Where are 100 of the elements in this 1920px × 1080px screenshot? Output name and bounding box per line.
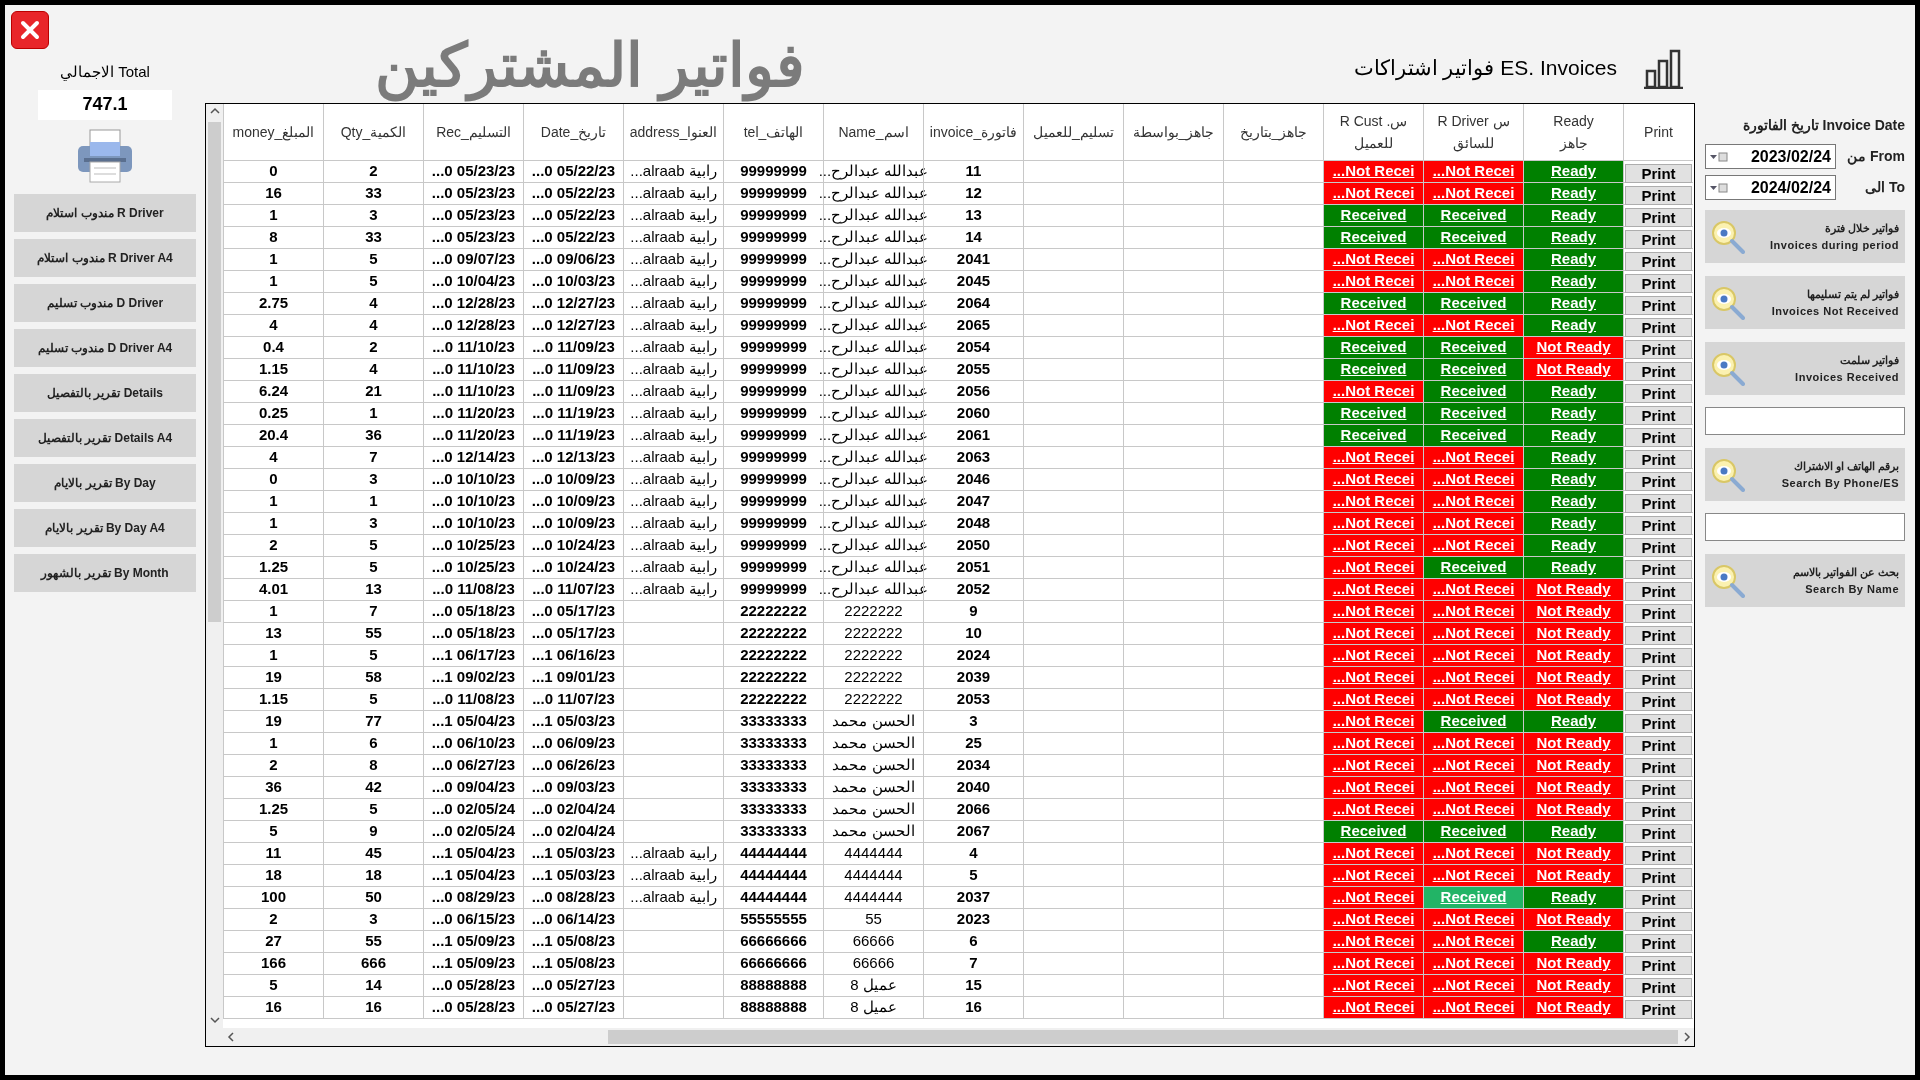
status-link[interactable]: ...Not Recei <box>1323 733 1423 754</box>
status-link[interactable]: ...Not Recei <box>1423 931 1523 952</box>
status-link[interactable]: Received <box>1323 293 1423 314</box>
status-link[interactable]: ...Not Recei <box>1423 513 1523 534</box>
status-link[interactable]: ...Not Recei <box>1423 491 1523 512</box>
close-button[interactable] <box>11 11 49 49</box>
status-link[interactable]: ...Not Recei <box>1423 315 1523 336</box>
print-button[interactable]: Print <box>1625 340 1692 359</box>
search-field[interactable] <box>1705 407 1905 435</box>
status-link[interactable]: ...Not Recei <box>1323 491 1423 512</box>
status-link[interactable]: Not Ready <box>1523 975 1623 996</box>
status-link[interactable]: ...Not Recei <box>1323 997 1423 1018</box>
status-link[interactable]: ...Not Recei <box>1323 887 1423 908</box>
status-link[interactable]: ...Not Recei <box>1423 535 1523 556</box>
status-link[interactable]: Ready <box>1523 183 1623 204</box>
print-button[interactable]: Print <box>1625 626 1692 645</box>
print-button[interactable]: Print <box>1625 538 1692 557</box>
print-button[interactable]: Print <box>1625 846 1692 865</box>
status-link[interactable]: ...Not Recei <box>1323 601 1423 622</box>
status-link[interactable]: Not Ready <box>1523 601 1623 622</box>
status-link[interactable]: ...Not Recei <box>1423 953 1523 974</box>
status-link[interactable]: Ready <box>1523 161 1623 182</box>
status-link[interactable]: Received <box>1323 425 1423 446</box>
status-link[interactable]: ...Not Recei <box>1423 447 1523 468</box>
status-link[interactable]: Not Ready <box>1523 909 1623 930</box>
status-link[interactable]: ...Not Recei <box>1423 909 1523 930</box>
status-link[interactable]: Received <box>1423 205 1523 226</box>
status-link[interactable]: ...Not Recei <box>1423 645 1523 666</box>
horizontal-scrollbar[interactable] <box>206 1028 1694 1046</box>
print-button[interactable]: Print <box>1625 186 1692 205</box>
status-link[interactable]: Received <box>1323 821 1423 842</box>
status-link[interactable]: Not Ready <box>1523 755 1623 776</box>
status-link[interactable]: ...Not Recei <box>1423 799 1523 820</box>
scroll-thumb[interactable] <box>608 1030 1678 1044</box>
status-link[interactable]: Ready <box>1523 535 1623 556</box>
status-link[interactable]: Not Ready <box>1523 843 1623 864</box>
status-link[interactable]: Ready <box>1523 315 1623 336</box>
status-link[interactable]: Not Ready <box>1523 799 1623 820</box>
status-link[interactable]: Not Ready <box>1523 623 1623 644</box>
status-link[interactable]: Not Ready <box>1523 689 1623 710</box>
print-button[interactable]: Print <box>1625 692 1692 711</box>
print-button[interactable]: Print <box>1625 318 1692 337</box>
status-link[interactable]: ...Not Recei <box>1423 579 1523 600</box>
status-link[interactable]: ...Not Recei <box>1323 469 1423 490</box>
status-link[interactable]: Received <box>1423 887 1523 908</box>
print-button[interactable]: Print <box>1625 560 1692 579</box>
status-link[interactable]: Ready <box>1523 491 1623 512</box>
status-link[interactable]: ...Not Recei <box>1323 579 1423 600</box>
status-link[interactable]: ...Not Recei <box>1323 315 1423 336</box>
status-link[interactable]: Ready <box>1523 205 1623 226</box>
print-button[interactable]: Print <box>1625 670 1692 689</box>
status-link[interactable]: Not Ready <box>1523 997 1623 1018</box>
status-link[interactable]: Ready <box>1523 381 1623 402</box>
search-field[interactable] <box>1705 513 1905 541</box>
status-link[interactable]: Ready <box>1523 887 1623 908</box>
status-link[interactable]: ...Not Recei <box>1323 975 1423 996</box>
status-link[interactable]: Received <box>1323 359 1423 380</box>
print-button[interactable]: Print <box>1625 494 1692 513</box>
status-link[interactable]: Not Ready <box>1523 777 1623 798</box>
status-link[interactable]: Received <box>1423 227 1523 248</box>
status-link[interactable]: Received <box>1423 711 1523 732</box>
status-link[interactable]: ...Not Recei <box>1323 513 1423 534</box>
status-link[interactable]: ...Not Recei <box>1323 843 1423 864</box>
status-link[interactable]: ...Not Recei <box>1323 865 1423 886</box>
print-button[interactable]: Print <box>1625 296 1692 315</box>
status-link[interactable]: Received <box>1323 227 1423 248</box>
status-link[interactable]: ...Not Recei <box>1323 623 1423 644</box>
print-button[interactable]: Print <box>1625 230 1692 249</box>
print-button[interactable]: Print <box>1625 274 1692 293</box>
status-link[interactable]: ...Not Recei <box>1423 733 1523 754</box>
status-link[interactable]: ...Not Recei <box>1423 183 1523 204</box>
report-button[interactable]: مندوب استلام R Driver A4 <box>14 238 196 277</box>
status-link[interactable]: Ready <box>1523 557 1623 578</box>
date-field[interactable]: 2023/02/24 <box>1705 144 1836 169</box>
status-link[interactable]: ...Not Recei <box>1323 799 1423 820</box>
status-link[interactable]: ...Not Recei <box>1323 183 1423 204</box>
status-link[interactable]: ...Not Recei <box>1423 997 1523 1018</box>
status-link[interactable]: Received <box>1423 381 1523 402</box>
print-button[interactable]: Print <box>1625 472 1692 491</box>
status-link[interactable]: Received <box>1423 293 1523 314</box>
print-button[interactable]: Print <box>1625 582 1692 601</box>
status-link[interactable]: ...Not Recei <box>1323 931 1423 952</box>
print-button[interactable]: Print <box>1625 868 1692 887</box>
report-button[interactable]: تقرير بالشهور By Month <box>14 553 196 592</box>
print-button[interactable]: Print <box>1625 824 1692 843</box>
print-button[interactable]: Print <box>1625 780 1692 799</box>
status-link[interactable]: Ready <box>1523 249 1623 270</box>
status-link[interactable]: Ready <box>1523 271 1623 292</box>
scroll-thumb[interactable] <box>208 122 221 622</box>
report-button[interactable]: تقرير بالتفصيل Details A4 <box>14 418 196 457</box>
status-link[interactable]: Received <box>1323 403 1423 424</box>
report-button[interactable]: تقرير بالتفصيل Details <box>14 373 196 412</box>
status-link[interactable]: Received <box>1423 425 1523 446</box>
status-link[interactable]: Not Ready <box>1523 359 1623 380</box>
status-link[interactable]: Ready <box>1523 425 1623 446</box>
status-link[interactable]: Ready <box>1523 711 1623 732</box>
status-link[interactable]: ...Not Recei <box>1423 601 1523 622</box>
print-button[interactable]: Print <box>1625 1000 1692 1019</box>
status-link[interactable]: ...Not Recei <box>1423 667 1523 688</box>
status-link[interactable]: ...Not Recei <box>1423 469 1523 490</box>
